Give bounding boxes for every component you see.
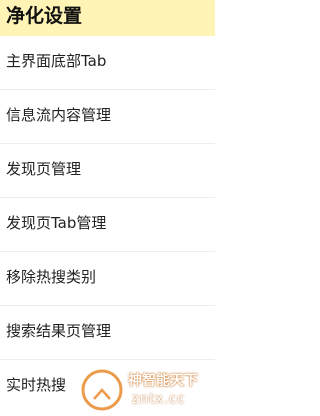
settings-item-label: 移除热搜类别 xyxy=(6,268,97,286)
settings-item-discover-page[interactable]: 发现页管理 xyxy=(0,144,215,198)
settings-item-discover-tab[interactable]: 发现页Tab管理 xyxy=(0,198,215,252)
settings-item-feed-content[interactable]: 信息流内容管理 xyxy=(0,90,215,144)
settings-item-label: 信息流内容管理 xyxy=(6,106,112,124)
watermark-logo-icon xyxy=(81,369,123,411)
settings-item-label: 搜索结果页管理 xyxy=(6,322,112,340)
settings-item-label: 发现页管理 xyxy=(6,160,82,178)
settings-item-label: 发现页Tab管理 xyxy=(6,214,107,232)
watermark: 神智能天下 zntx.cc xyxy=(72,366,215,416)
settings-item-main-bottom-tab[interactable]: 主界面底部Tab xyxy=(0,36,215,90)
settings-item-search-results[interactable]: 搜索结果页管理 xyxy=(0,306,215,360)
settings-item-label: 实时热搜 xyxy=(6,376,67,394)
page-header: 净化设置 xyxy=(0,0,215,36)
settings-item-label: 主界面底部Tab xyxy=(6,52,107,70)
settings-item-remove-hot-search[interactable]: 移除热搜类别 xyxy=(0,252,215,306)
page-title: 净化设置 xyxy=(6,5,83,27)
watermark-url: zntx.cc xyxy=(132,392,186,407)
settings-list: 主界面底部Tab 信息流内容管理 发现页管理 发现页Tab管理 移除热搜类别 搜… xyxy=(0,36,215,414)
watermark-text: 神智能天下 xyxy=(128,373,198,389)
